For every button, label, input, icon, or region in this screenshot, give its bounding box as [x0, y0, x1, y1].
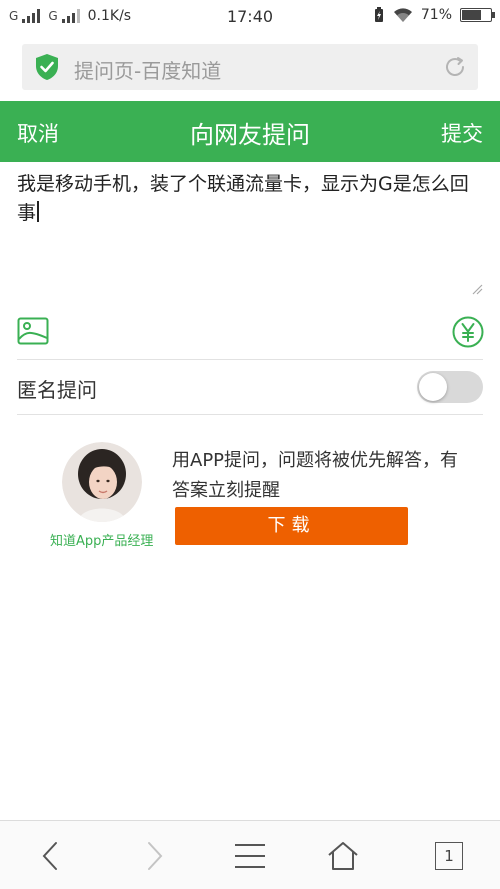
promo-text: 用APP提问，问题将被优先解答，有答案立刻提醒 [172, 450, 459, 501]
menu-button[interactable] [225, 821, 275, 889]
text-caret [37, 201, 39, 222]
forward-arrow-icon [148, 841, 163, 870]
question-header: 取消 向网友提问 提交 [0, 101, 500, 162]
tab-count: 1 [435, 841, 463, 870]
toggle-knob [419, 373, 447, 401]
download-button[interactable]: 下载 [175, 507, 408, 545]
anonymous-label: 匿名提问 [17, 378, 97, 402]
status-right: 71% [373, 7, 495, 23]
home-button[interactable] [318, 821, 368, 889]
divider [17, 414, 483, 415]
cancel-button[interactable]: 取消 [17, 118, 59, 148]
resize-handle-icon[interactable] [471, 283, 483, 295]
battery-percent: 71% [420, 7, 452, 23]
tabs-button[interactable]: 1 [424, 821, 474, 889]
wifi-icon [393, 8, 412, 22]
divider [17, 359, 483, 360]
battery-icon [460, 8, 495, 22]
question-text: 我是移动手机，装了个联通流量卡，显示为G是怎么回事 [17, 173, 469, 224]
page-title: 提问页-百度知道 [74, 59, 222, 83]
bottom-nav: 1 [0, 820, 500, 889]
battery-charging-icon [374, 7, 383, 22]
status-bar: G G 0.1K/s 17:40 71% [0, 0, 500, 36]
forward-button[interactable] [130, 821, 180, 889]
avatar-caption: 知道App产品经理 [50, 534, 154, 549]
home-icon [328, 841, 358, 870]
add-image-icon[interactable] [17, 317, 49, 345]
reward-yen-icon[interactable] [452, 316, 484, 348]
menu-icon [235, 843, 265, 868]
reload-icon[interactable] [443, 55, 467, 79]
submit-button[interactable]: 提交 [441, 118, 483, 148]
avatar [62, 442, 142, 522]
back-button[interactable] [25, 821, 75, 889]
header-title: 向网友提问 [190, 121, 310, 149]
url-bar[interactable]: 提问页-百度知道 [22, 44, 478, 90]
question-textarea[interactable]: 我是移动手机，装了个联通流量卡，显示为G是怎么回事 [17, 170, 485, 290]
anonymous-toggle[interactable] [417, 371, 483, 403]
secure-shield-icon [36, 54, 58, 80]
back-arrow-icon [42, 841, 57, 870]
